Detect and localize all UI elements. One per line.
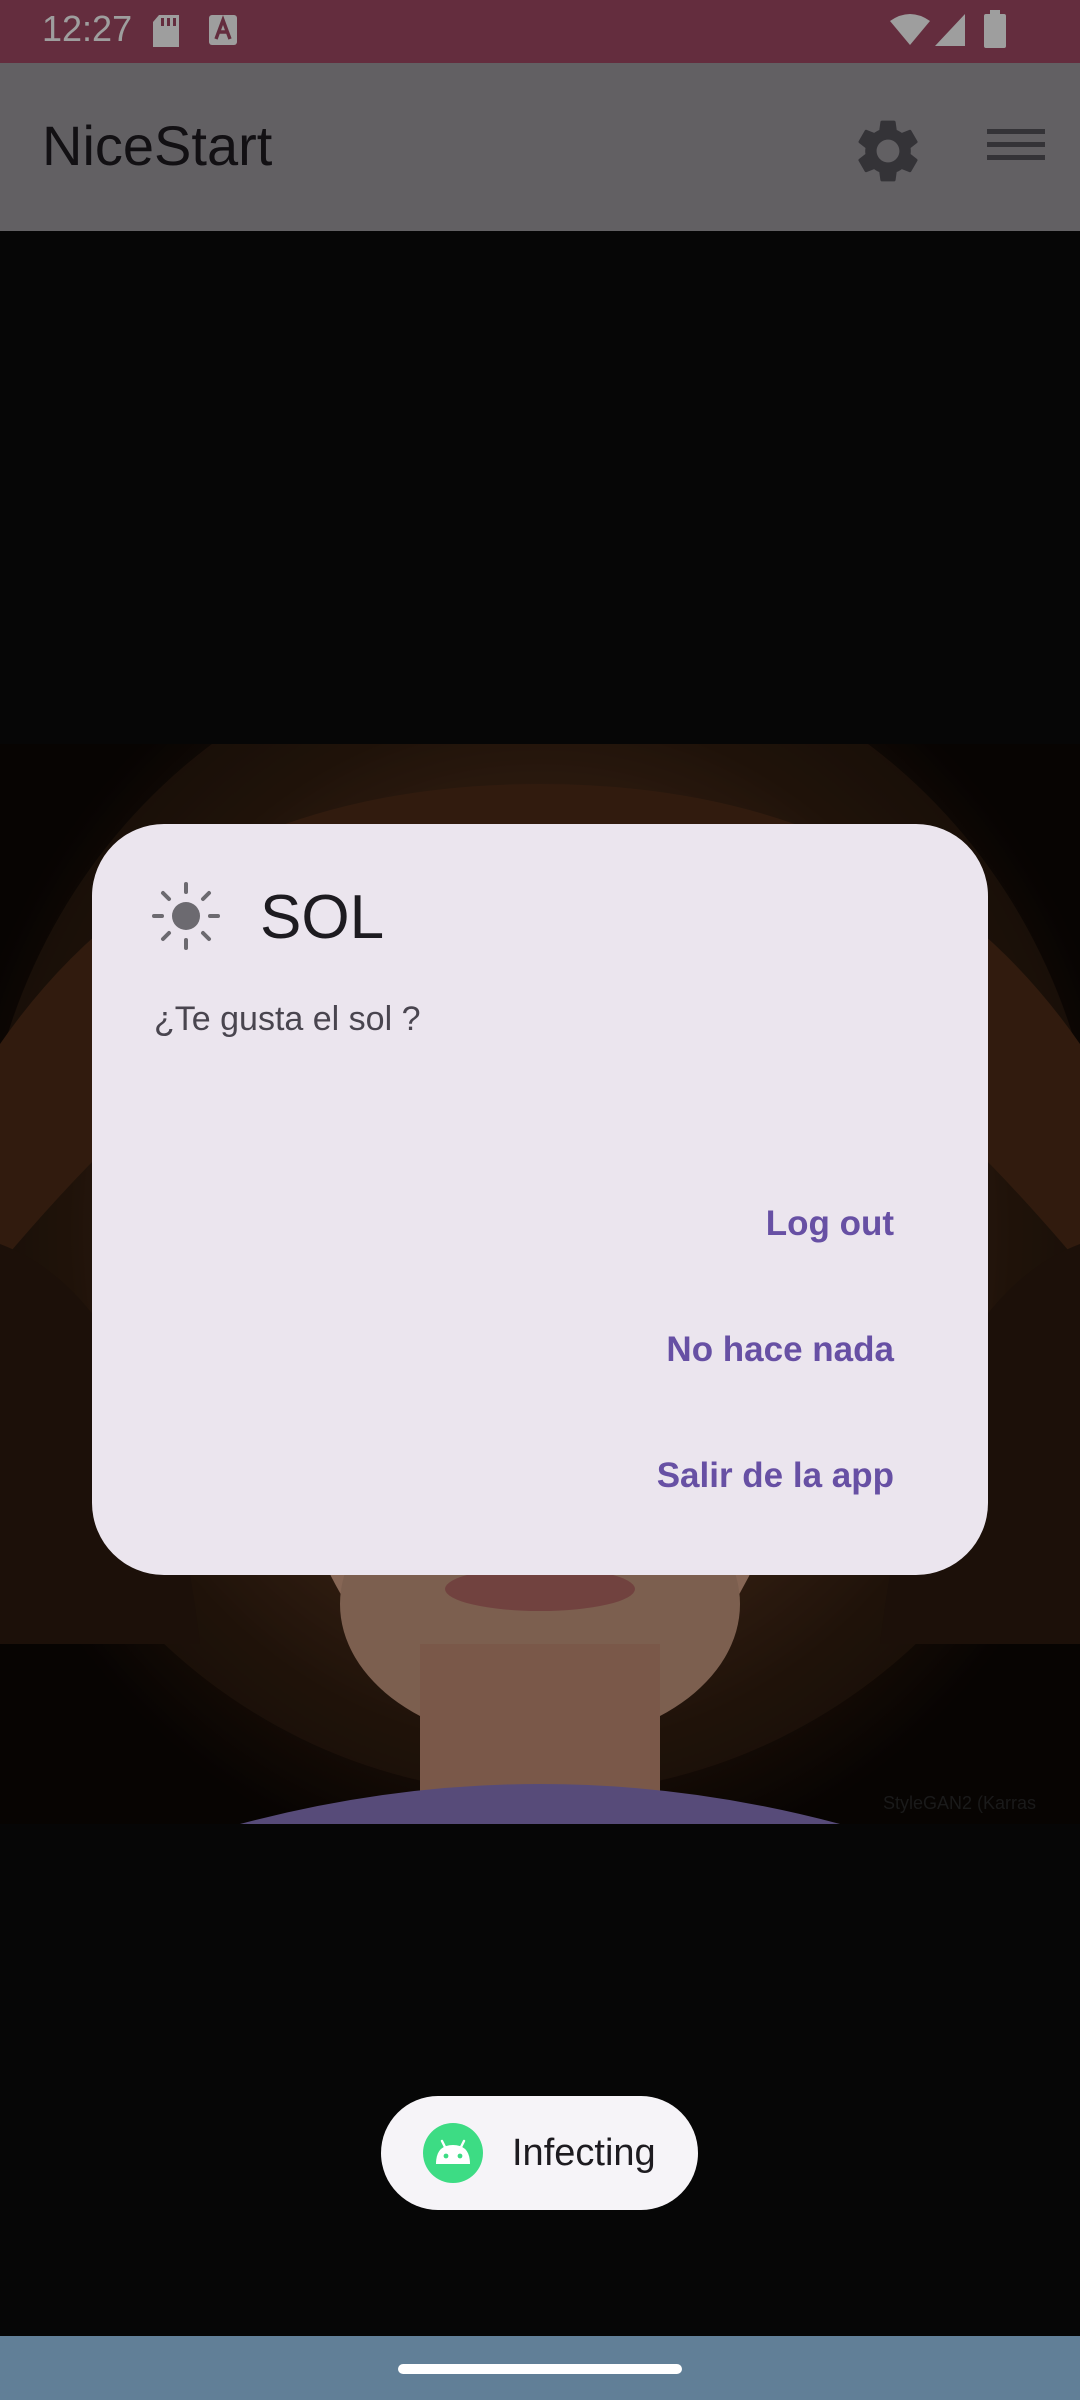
exit-app-button[interactable]: Salir de la app (657, 1456, 894, 1496)
navigation-bar (0, 2336, 1080, 2400)
dialog-message: ¿Te gusta el sol ? (154, 1000, 421, 1038)
no-op-button[interactable]: No hace nada (666, 1330, 894, 1370)
sun-icon (152, 882, 220, 950)
android-icon (423, 2123, 483, 2183)
logout-button[interactable]: Log out (766, 1204, 894, 1244)
dialog: SOL ¿Te gusta el sol ? Log out No hace n… (92, 824, 988, 1575)
dialog-title: SOL (260, 883, 385, 952)
toast: Infecting (381, 2096, 698, 2210)
toast-text: Infecting (512, 2132, 656, 2174)
home-handle[interactable] (398, 2364, 682, 2374)
